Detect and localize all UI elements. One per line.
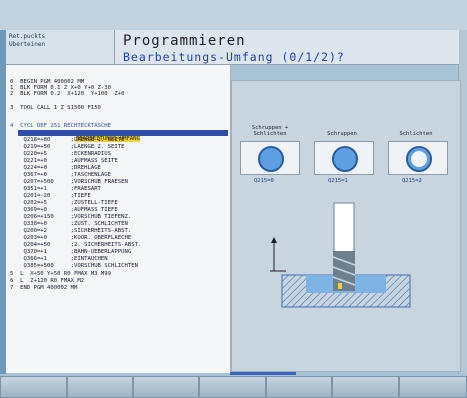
program-line[interactable]: Q206=+150 ;VORSCHUB TIEFENZ. [10,214,131,220]
option-label-rough: Schruppen [327,131,357,137]
program-line[interactable]: Q219=+50 ;LAENGE 2. SEITE [10,144,124,150]
option-rough[interactable] [314,141,374,175]
option-label-rough-finish: Schruppen + Schlichten [251,125,289,137]
program-line[interactable]: Q351=+1 ;FRAESART [10,186,100,192]
program-line[interactable]: Q218=+80 ;LAENGE 1. SEITE [10,137,124,143]
option-rough-finish[interactable] [240,141,300,175]
option-code-0: Q215=0 [254,178,274,184]
tool-shank [333,202,355,254]
softkey-2[interactable] [67,376,133,398]
program-line[interactable]: Q224=+0 ;DREHLAGE [10,165,100,171]
softkey-row-indicator [230,372,296,375]
softkey-4[interactable] [199,376,266,398]
mode-line-2: Uberteinen [9,41,46,48]
top-band [0,0,467,30]
mode-line-1: Ret.puckts [9,33,46,40]
program-panel[interactable]: 0 BEGIN PGM 400002 MM 1 BLK FORM 0.1 Z X… [6,65,231,373]
option-finish[interactable] [388,141,448,175]
page-title: Programmieren [123,33,246,49]
pocket-ring-icon [406,146,432,172]
softkey-3[interactable] [133,376,199,398]
program-line-cycl-def[interactable]: 4 CYCL DEF 251 RECHTECKTASCHE [10,123,111,129]
softkey-1[interactable] [0,376,67,398]
program-line[interactable]: Q221=+0 ;AUFMASS SEITE [10,158,117,164]
program-line[interactable]: Q203=+0 ;KOOR. OBERFLAECHE [10,235,131,241]
program-line[interactable]: 3 TOOL CALL 1 Z S1500 F150 [10,105,101,111]
program-line[interactable]: Q207=+500 ;VORSCHUB FRAESEN [10,179,127,185]
option-code-2: Q215=2 [402,178,422,184]
program-line[interactable]: Q220=+5 ;ECKENRADIUS [10,151,111,157]
dialog-question: Bearbeitungs-Umfang (0/1/2)? [123,50,345,64]
option-code-1: Q215=1 [328,178,348,184]
softkey-7[interactable] [399,376,467,398]
program-line[interactable]: Q201=-20 ;TIEFE [10,193,90,199]
pocket-filled-icon [258,146,284,172]
option-label-finish: Schlichten [399,131,433,137]
softkey-6[interactable] [332,376,399,398]
program-line[interactable]: Q200=+2 ;SICHERHEITS-ABST. [10,228,131,234]
help-graphic-panel: Schruppen + Schlichten Schruppen Schlich… [231,80,461,372]
program-line[interactable]: Q385=+500 ;VORSCHUB SCHLICHTEN [10,263,138,269]
program-line[interactable]: 2 BLK FORM 0.2 X+120 Y+100 Z+0 [10,91,125,97]
program-line[interactable]: Q366=+1 ;EINTAUCHEN [10,256,107,262]
program-line[interactable]: Q370=+1 ;BAHN-UEBERLAPPUNG [10,249,131,255]
program-line[interactable]: Q202=+5 ;ZUSTELL-TIEFE [10,200,117,206]
program-line[interactable]: Q338=+0 ;ZUST. SCHLICHTEN [10,221,127,227]
program-line[interactable]: 7 END PGM 400002 MM [10,285,77,291]
operating-mode-box: Ret.puckts Uberteinen [6,30,115,65]
program-line[interactable]: Q204=+50 ;2. SICHERHEITS-ABST. [10,242,141,248]
program-line[interactable]: Q367=+0 ;TASCHENLAGE [10,172,111,178]
dialog-header: Programmieren Bearbeitungs-Umfang (0/1/2… [115,30,459,65]
pocket-filled-icon [332,146,358,172]
milling-tool-diagram [270,202,411,308]
selected-program-line[interactable]: Q215=0 BEARBEITUNGS-UMFANG [18,130,228,142]
program-line[interactable]: 5 L X+50 Y+50 R0 FMAX M3 M99 [10,271,111,277]
program-line[interactable]: Q369=+0 ;AUFMASS TIEFE [10,207,117,213]
softkey-5[interactable] [266,376,332,398]
program-line[interactable]: 6 L Z+120 R0 FMAX M2 [10,278,84,284]
